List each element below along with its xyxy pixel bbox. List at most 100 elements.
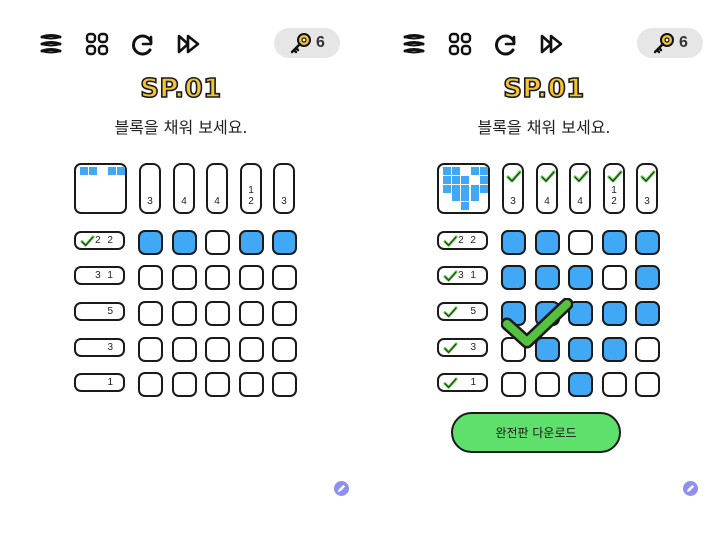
grid-cell[interactable] — [635, 301, 660, 326]
toolbar: 6 — [401, 28, 707, 60]
grid-button[interactable] — [84, 31, 110, 57]
restart-icon — [132, 34, 153, 56]
grid-cell[interactable] — [535, 230, 560, 255]
grid-cell[interactable] — [239, 337, 264, 362]
grid-cell[interactable] — [272, 265, 297, 290]
grid-cell[interactable] — [602, 372, 627, 397]
grid-button[interactable] — [447, 31, 473, 57]
row-clue-number: 1 — [470, 377, 478, 388]
grid-cell[interactable] — [568, 372, 593, 397]
column-clue-number: 2 — [611, 196, 617, 207]
key-icon — [289, 31, 313, 55]
pattern-preview — [74, 163, 127, 214]
column-clue-number: 4 — [577, 196, 583, 207]
keys-counter-button[interactable]: 6 — [274, 28, 340, 58]
grid-cell[interactable] — [568, 230, 593, 255]
grid-cell[interactable] — [501, 337, 526, 362]
toolbar: 6 — [38, 28, 344, 60]
grid-cell[interactable] — [635, 337, 660, 362]
edit-badge-icon[interactable] — [683, 481, 698, 496]
keys-count: 6 — [316, 34, 325, 51]
grid-cell[interactable] — [138, 265, 163, 290]
grid-cell[interactable] — [568, 337, 593, 362]
grid-cell[interactable] — [501, 372, 526, 397]
column-clue: 3 — [502, 163, 524, 214]
row-clue: 5 — [74, 302, 125, 321]
grid-cell[interactable] — [535, 265, 560, 290]
grid-cell[interactable] — [501, 301, 526, 326]
grid-cell[interactable] — [568, 265, 593, 290]
check-icon — [573, 170, 589, 184]
keys-counter-button[interactable]: 6 — [637, 28, 703, 58]
grid-cell[interactable] — [272, 337, 297, 362]
grid-cell[interactable] — [239, 265, 264, 290]
skip-button[interactable] — [176, 31, 202, 57]
restart-button[interactable] — [493, 31, 519, 57]
instruction-text: 블록을 채워 보세요. — [477, 118, 611, 137]
edit-badge-icon[interactable] — [334, 481, 349, 496]
grid-cell[interactable] — [205, 337, 230, 362]
grid-cell[interactable] — [239, 230, 264, 255]
grid-cell[interactable] — [172, 337, 197, 362]
grid-cell[interactable] — [239, 301, 264, 326]
menu-button[interactable] — [38, 31, 64, 57]
row-clue: 1 — [74, 373, 125, 392]
download-full-version-button[interactable]: 완전판 다운로드 — [451, 412, 621, 453]
row-clue: 2 2 — [437, 231, 488, 250]
column-clue: 4 — [569, 163, 591, 214]
grid-cell[interactable] — [172, 372, 197, 397]
grid-cell[interactable] — [535, 337, 560, 362]
grid-cell[interactable] — [635, 265, 660, 290]
grid-cell[interactable] — [535, 301, 560, 326]
level-title: SP.01 — [502, 73, 585, 105]
check-icon — [506, 170, 522, 184]
grid-cell[interactable] — [602, 230, 627, 255]
grid-cell[interactable] — [272, 301, 297, 326]
check-icon — [540, 170, 556, 184]
grid-cell[interactable] — [138, 337, 163, 362]
grid-cell[interactable] — [501, 265, 526, 290]
preview-pixel — [479, 175, 488, 184]
grid-cell[interactable] — [138, 301, 163, 326]
grid-cell[interactable] — [172, 265, 197, 290]
row-clue: 3 — [74, 338, 125, 357]
grid-cell[interactable] — [205, 265, 230, 290]
grid-cell[interactable] — [602, 337, 627, 362]
grid-cell[interactable] — [205, 301, 230, 326]
preview-pixel — [461, 184, 470, 193]
preview-pixel — [89, 167, 98, 175]
grid-cell[interactable] — [138, 372, 163, 397]
preview-pixel — [443, 175, 451, 184]
column-clue-number: 3 — [147, 196, 153, 207]
column-clue: 12 — [603, 163, 625, 214]
grid-cell[interactable] — [172, 230, 197, 255]
grid-cell[interactable] — [205, 230, 230, 255]
grid-cell[interactable] — [602, 265, 627, 290]
row-clue-number: 3 1 — [458, 270, 478, 281]
grid-cell[interactable] — [535, 372, 560, 397]
grid-cell[interactable] — [172, 301, 197, 326]
column-clue-number: 3 — [644, 196, 650, 207]
check-icon — [640, 170, 656, 184]
column-clue: 3 — [636, 163, 658, 214]
menu-button[interactable] — [401, 31, 427, 57]
column-clue-number: 4 — [214, 196, 220, 207]
grid-cell[interactable] — [272, 372, 297, 397]
skip-button[interactable] — [539, 31, 565, 57]
grid-cell[interactable] — [239, 372, 264, 397]
grid-cell[interactable] — [205, 372, 230, 397]
instruction-text: 블록을 채워 보세요. — [114, 118, 248, 137]
grid-cell[interactable] — [138, 230, 163, 255]
row-clue: 3 1 — [437, 266, 488, 285]
column-clue: 3 — [139, 163, 161, 214]
grid-cell[interactable] — [602, 301, 627, 326]
grid-cell[interactable] — [501, 230, 526, 255]
grid-cell[interactable] — [568, 301, 593, 326]
grid-cell[interactable] — [635, 372, 660, 397]
preview-pixel — [452, 167, 461, 175]
row-clue-number: 1 — [107, 377, 115, 388]
grid-cell[interactable] — [635, 230, 660, 255]
check-icon — [443, 377, 458, 389]
grid-cell[interactable] — [272, 230, 297, 255]
restart-button[interactable] — [130, 31, 156, 57]
